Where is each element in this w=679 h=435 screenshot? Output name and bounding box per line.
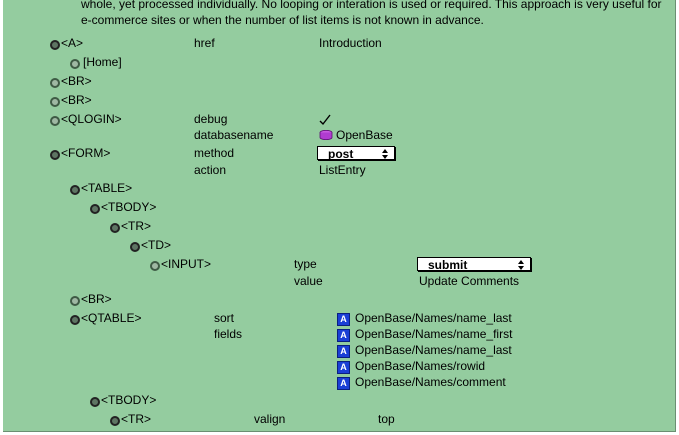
method-popup-value: post — [328, 147, 354, 161]
attr-type[interactable]: type — [294, 257, 317, 271]
attr-method[interactable]: method — [194, 146, 234, 160]
field-icon: A — [337, 329, 350, 342]
tree-bullet-icon[interactable] — [50, 97, 60, 107]
attr-value[interactable]: value — [294, 274, 323, 288]
tag-form[interactable]: <FORM> — [61, 146, 110, 160]
tree-bullet-icon[interactable] — [70, 315, 80, 325]
attr-valign[interactable]: valign — [254, 412, 285, 426]
attr-debug[interactable]: debug — [194, 112, 227, 126]
popup-arrows-icon — [382, 149, 388, 159]
tag-br[interactable]: <BR> — [61, 74, 92, 88]
value-valign[interactable]: top — [378, 412, 395, 426]
tag-tr[interactable]: <TR> — [121, 219, 151, 233]
attr-action[interactable]: action — [194, 163, 226, 177]
text-home[interactable]: [Home] — [83, 55, 122, 69]
tag-tr[interactable]: <TR> — [121, 412, 151, 426]
tree-bullet-icon[interactable] — [50, 150, 60, 160]
attr-fields[interactable]: fields — [214, 327, 242, 341]
tree-bullet-icon[interactable] — [70, 185, 80, 195]
field-value[interactable]: OpenBase/Names/name_last — [355, 311, 512, 325]
method-popup[interactable]: post — [317, 146, 395, 161]
field-value[interactable]: OpenBase/Names/comment — [355, 375, 506, 389]
tag-tree-panel: whole, yet processed individually. No lo… — [3, 0, 676, 432]
tree-bullet-icon[interactable] — [70, 59, 80, 69]
tag-br[interactable]: <BR> — [81, 292, 112, 306]
tag-br[interactable]: <BR> — [61, 93, 92, 107]
attr-databasename[interactable]: databasename — [194, 128, 273, 142]
editor-window: whole, yet processed individually. No lo… — [0, 0, 679, 435]
tree-bullet-icon[interactable] — [110, 416, 120, 426]
value-value[interactable]: Update Comments — [419, 274, 519, 288]
attr-sort[interactable]: sort — [214, 311, 234, 325]
tag-qtable[interactable]: <QTABLE> — [81, 311, 141, 325]
tree-bullet-icon[interactable] — [90, 204, 100, 214]
value-action[interactable]: ListEntry — [319, 163, 366, 177]
field-icon: A — [337, 377, 350, 390]
checkmark-icon[interactable] — [319, 114, 331, 126]
popup-arrows-icon — [518, 260, 524, 270]
tree-bullet-icon[interactable] — [50, 78, 60, 88]
intro-paragraph: whole, yet processed individually. No lo… — [81, 0, 662, 27]
tree-bullet-icon[interactable] — [130, 242, 140, 252]
field-icon: A — [337, 313, 350, 326]
database-name: OpenBase — [336, 128, 393, 142]
tree-bullet-icon[interactable] — [70, 296, 80, 306]
value-databasename[interactable]: OpenBase — [319, 128, 393, 142]
value-href[interactable]: Introduction — [319, 36, 382, 50]
tag-td[interactable]: <TD> — [141, 238, 171, 252]
type-popup-value: submit — [428, 258, 468, 272]
field-icon: A — [337, 361, 350, 374]
database-icon — [319, 130, 333, 140]
tree-bullet-icon[interactable] — [50, 40, 60, 50]
tag-tbody[interactable]: <TBODY> — [101, 393, 156, 407]
tag-tbody[interactable]: <TBODY> — [101, 200, 156, 214]
tree-bullet-icon[interactable] — [50, 116, 60, 126]
tag-a[interactable]: <A> — [61, 36, 83, 50]
tree-bullet-icon[interactable] — [110, 223, 120, 233]
tag-qlogin[interactable]: <QLOGIN> — [61, 112, 122, 126]
field-value[interactable]: OpenBase/Names/name_first — [355, 327, 512, 341]
tag-table[interactable]: <TABLE> — [81, 181, 132, 195]
tree-bullet-icon[interactable] — [150, 261, 160, 271]
field-icon: A — [337, 345, 350, 358]
type-popup[interactable]: submit — [417, 257, 531, 272]
tree-bullet-icon[interactable] — [90, 397, 100, 407]
tag-input[interactable]: <INPUT> — [161, 257, 211, 271]
field-value[interactable]: OpenBase/Names/name_last — [355, 343, 512, 357]
field-value[interactable]: OpenBase/Names/rowid — [355, 359, 485, 373]
attr-href[interactable]: href — [194, 36, 215, 50]
